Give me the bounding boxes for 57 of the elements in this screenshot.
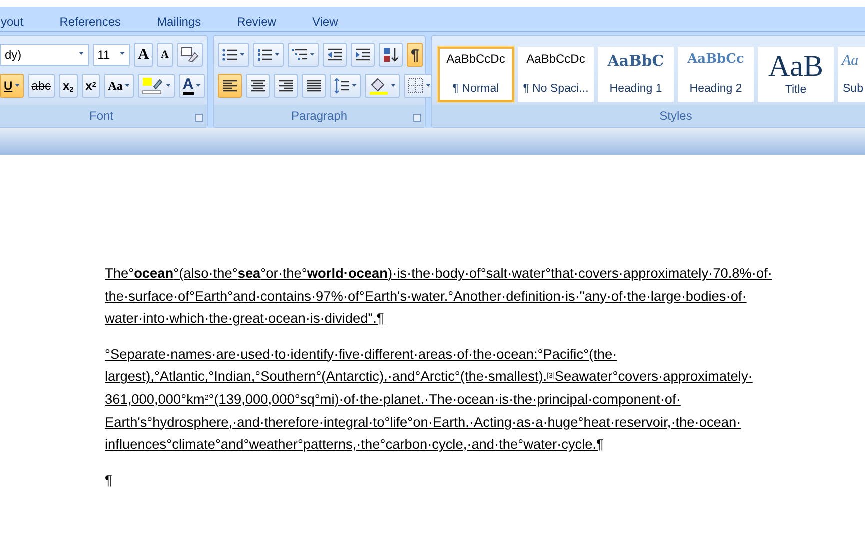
style-swatch[interactable]: AaB Title — [758, 47, 834, 102]
style-swatch[interactable]: AaBbCc Heading 2 — [678, 47, 754, 102]
paragraph: °Separate·names·are·used·to·identify·five·different·areas·of·the·ocean:°Pacific°(the· largest),°Atlantic,°Indian,°Southern°(Antarctic),·and°Arctic°(the·smallest).$^{[3]}$Seawater°covers·approximately· 361,000,000°km$^{2}$°(139,000,000°sq°mi)·of·the·planet.·The·ocean·is·the·principal·component·of· Earth's°hydrosphere,·and·therefore·integral·to°life°on·Earth.·Acting·as·a·huge°heat·reservoir,·the·ocean· influences°climate°and°weather°patterns,·the°carbon·cycle,·and·the°water·cycle.¶ — [105, 346, 753, 454]
highlighter-icon — [142, 77, 164, 95]
align-right-icon — [278, 79, 294, 93]
align-center-button[interactable] — [246, 74, 270, 98]
group-label: Paragraph — [214, 105, 425, 127]
decrease-indent-icon — [327, 48, 343, 62]
group-label: Styles — [432, 105, 865, 127]
style-swatch[interactable]: AaBbCcDc ¶ No Spaci... — [518, 47, 594, 102]
align-left-icon — [222, 79, 238, 93]
show-marks-button[interactable]: ¶ — [407, 43, 424, 67]
justify-icon — [306, 79, 322, 93]
paint-bucket-icon — [369, 78, 389, 94]
style-swatch[interactable]: AaBbCcDc ¶ Normal — [438, 47, 514, 102]
justify-button[interactable] — [302, 74, 326, 98]
numbered-list-button[interactable] — [253, 43, 284, 67]
bullet-list-button[interactable] — [218, 43, 249, 67]
bullet-list-icon — [222, 48, 238, 62]
align-left-button[interactable] — [218, 74, 242, 98]
align-right-button[interactable] — [274, 74, 298, 98]
decrease-indent-button[interactable] — [323, 43, 347, 67]
style-swatch[interactable]: Aa Sub — [838, 47, 865, 102]
increase-indent-button[interactable] — [351, 43, 375, 67]
line-spacing-icon — [334, 78, 350, 94]
ribbon-tab[interactable]: yout — [1, 7, 24, 31]
sort-icon — [383, 47, 399, 63]
align-center-icon — [250, 79, 266, 93]
subscript-button[interactable]: x$_{2}$ — [59, 74, 78, 98]
sort-button[interactable] — [379, 43, 403, 67]
ribbon-tab[interactable]: References — [60, 7, 122, 31]
ribbon-tab[interactable]: Mailings — [157, 7, 202, 31]
group-label: Font — [0, 105, 207, 127]
ribbon-tab[interactable]: View — [312, 7, 338, 31]
paragraph-mark: ¶ — [105, 472, 112, 490]
eraser-button[interactable] — [177, 43, 203, 67]
multilevel-list-button[interactable] — [288, 43, 319, 67]
strikethrough-button[interactable]: abc — [28, 74, 56, 98]
change-case-button[interactable]: Aa — [104, 74, 134, 98]
underline-button[interactable]: U — [0, 74, 24, 98]
ribbon-tab[interactable]: Review — [237, 7, 276, 31]
grow-font-button[interactable]: A — [134, 43, 154, 67]
highlighter-button[interactable] — [138, 74, 175, 98]
shrink-font-button[interactable]: A — [157, 43, 173, 67]
superscript-button[interactable]: x$^{2}$ — [82, 74, 100, 98]
paragraph: The°ocean°(also·the°sea°or·the°world·ocean)·is·the·body·of°salt·water°that·covers·approximately·70.8%·of· the·surface·of°Earth°and·contains·97%·of°Earth's·water.°Another·definition·is·"any·of·the·large·bodies·of· water·into·which·the·great·ocean·is·divided".¶ — [105, 265, 772, 328]
numbered-list-icon — [257, 48, 273, 62]
increase-indent-icon — [355, 48, 371, 62]
eraser-icon — [181, 47, 199, 63]
font-size-field[interactable]: 11 — [92, 44, 130, 66]
multilevel-list-icon — [292, 48, 308, 62]
font-color-button[interactable]: A — [178, 74, 205, 98]
font-name-field[interactable]: dy) — [0, 44, 89, 66]
borders-icon — [408, 78, 424, 94]
line-spacing-button[interactable] — [330, 74, 361, 98]
style-swatch[interactable]: AaBbC Heading 1 — [598, 47, 674, 102]
paint-bucket-button[interactable] — [365, 74, 400, 98]
